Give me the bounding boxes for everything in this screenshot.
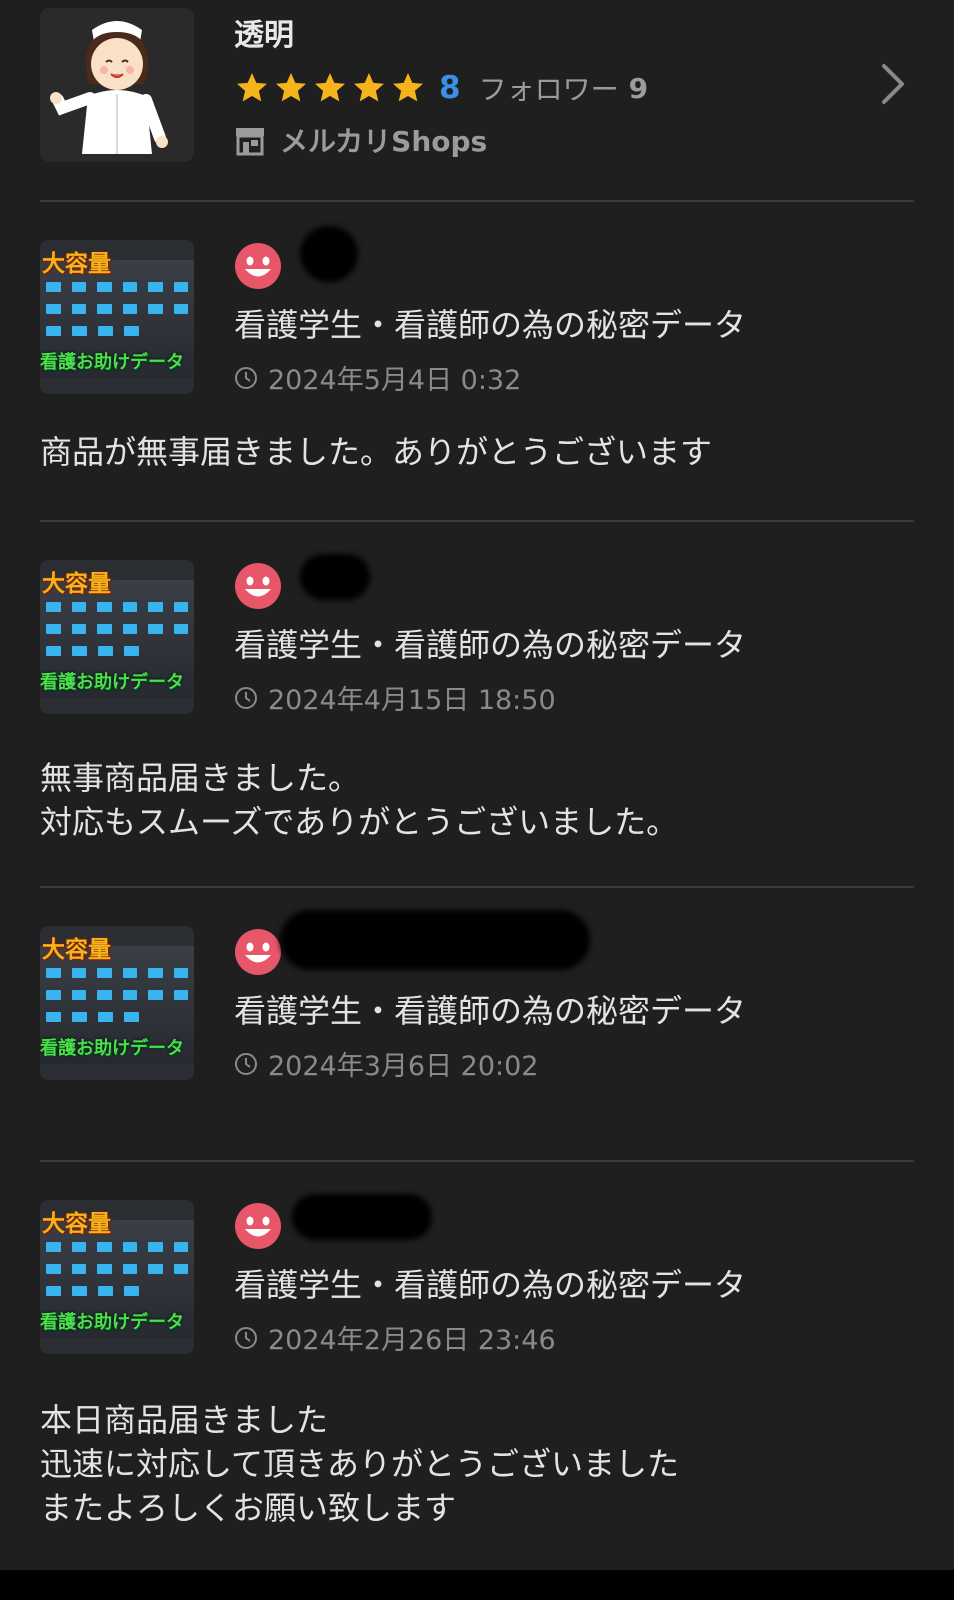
divider	[40, 886, 914, 888]
rating-count: 8	[439, 70, 461, 106]
redacted-username	[300, 554, 370, 600]
thumbnail-subtitle: 看護お助けデータ	[40, 1038, 184, 1059]
review-time: 2024年3月6日 20:02	[234, 1044, 538, 1083]
review-comment: 無事商品届きました。 対応もスムーズでありがとうございました。	[40, 759, 679, 841]
product-thumbnail[interactable]: 大容量 看護お助けデータ	[40, 560, 194, 714]
clock-icon	[235, 1326, 257, 1349]
shop-icon	[236, 128, 264, 156]
product-title: 看護学生・看護師の為の秘密データ	[234, 1266, 747, 1304]
timestamp: 2024年3月6日 20:02	[268, 1051, 539, 1082]
followers-label: フォロワー	[478, 73, 619, 106]
timestamp: 2024年4月15日 18:50	[268, 685, 556, 716]
seller-reviews-screen: 透明 8 フォロワー 9 メルカリShops 大容量 看護お助けデータ 看護学生…	[0, 0, 954, 1570]
smile-face-icon	[235, 243, 281, 289]
product-thumbnail[interactable]: 大容量 看護お助けデータ	[40, 240, 194, 394]
redacted-username	[300, 226, 358, 282]
star-icon	[393, 73, 423, 102]
clock-icon	[235, 366, 257, 389]
seller-profile-row[interactable]: 透明 8 フォロワー 9 メルカリShops	[0, 0, 954, 202]
smile-face-icon	[235, 563, 281, 609]
thumbnail-title: 大容量	[42, 1211, 111, 1237]
clock-icon	[235, 686, 257, 709]
review-time: 2024年4月15日 18:50	[234, 678, 556, 717]
followers-count: 9	[628, 71, 649, 105]
thumbnail-subtitle: 看護お助けデータ	[40, 352, 184, 373]
nurse-avatar-icon	[40, 8, 194, 162]
mercari-shops-badge: メルカリShops	[234, 120, 487, 160]
divider	[40, 1160, 914, 1162]
thumbnail-subtitle: 看護お助けデータ	[40, 672, 184, 693]
thumbnail-subtitle: 看護お助けデータ	[40, 1312, 184, 1333]
timestamp: 2024年5月4日 0:32	[268, 365, 522, 396]
smile-face-icon	[235, 1203, 281, 1249]
thumbnail-title: 大容量	[42, 251, 111, 277]
shops-label: メルカリShops	[280, 125, 488, 158]
product-thumbnail[interactable]: 大容量 看護お助けデータ	[40, 926, 194, 1080]
star-icon	[315, 73, 345, 102]
star-icon	[354, 73, 384, 102]
review-time: 2024年2月26日 23:46	[234, 1318, 556, 1357]
clock-icon	[235, 1052, 257, 1075]
thumbnail-title: 大容量	[42, 571, 111, 597]
star-icon	[237, 73, 267, 102]
seller-name: 透明	[234, 18, 294, 53]
seller-avatar[interactable]	[40, 8, 194, 162]
seller-rating: 8 フォロワー 9	[234, 68, 648, 108]
product-title: 看護学生・看護師の為の秘密データ	[234, 626, 747, 664]
redacted-username	[292, 1194, 432, 1240]
review-comment: 商品が無事届きました。ありがとうございます	[40, 433, 713, 471]
timestamp: 2024年2月26日 23:46	[268, 1325, 556, 1356]
thumbnail-title: 大容量	[42, 937, 111, 963]
product-title: 看護学生・看護師の為の秘密データ	[234, 306, 747, 344]
review-comment: 本日商品届きました 迅速に対応して頂きありがとうございました またよろしくお願い…	[40, 1401, 680, 1527]
product-thumbnail[interactable]: 大容量 看護お助けデータ	[40, 1200, 194, 1354]
smile-face-icon	[235, 929, 281, 975]
product-title: 看護学生・看護師の為の秘密データ	[234, 992, 747, 1030]
redacted-username	[280, 910, 590, 970]
star-icon	[276, 73, 306, 102]
divider	[40, 200, 914, 202]
divider	[40, 520, 914, 522]
chevron-right-icon[interactable]	[878, 62, 908, 106]
review-time: 2024年5月4日 0:32	[234, 358, 521, 397]
